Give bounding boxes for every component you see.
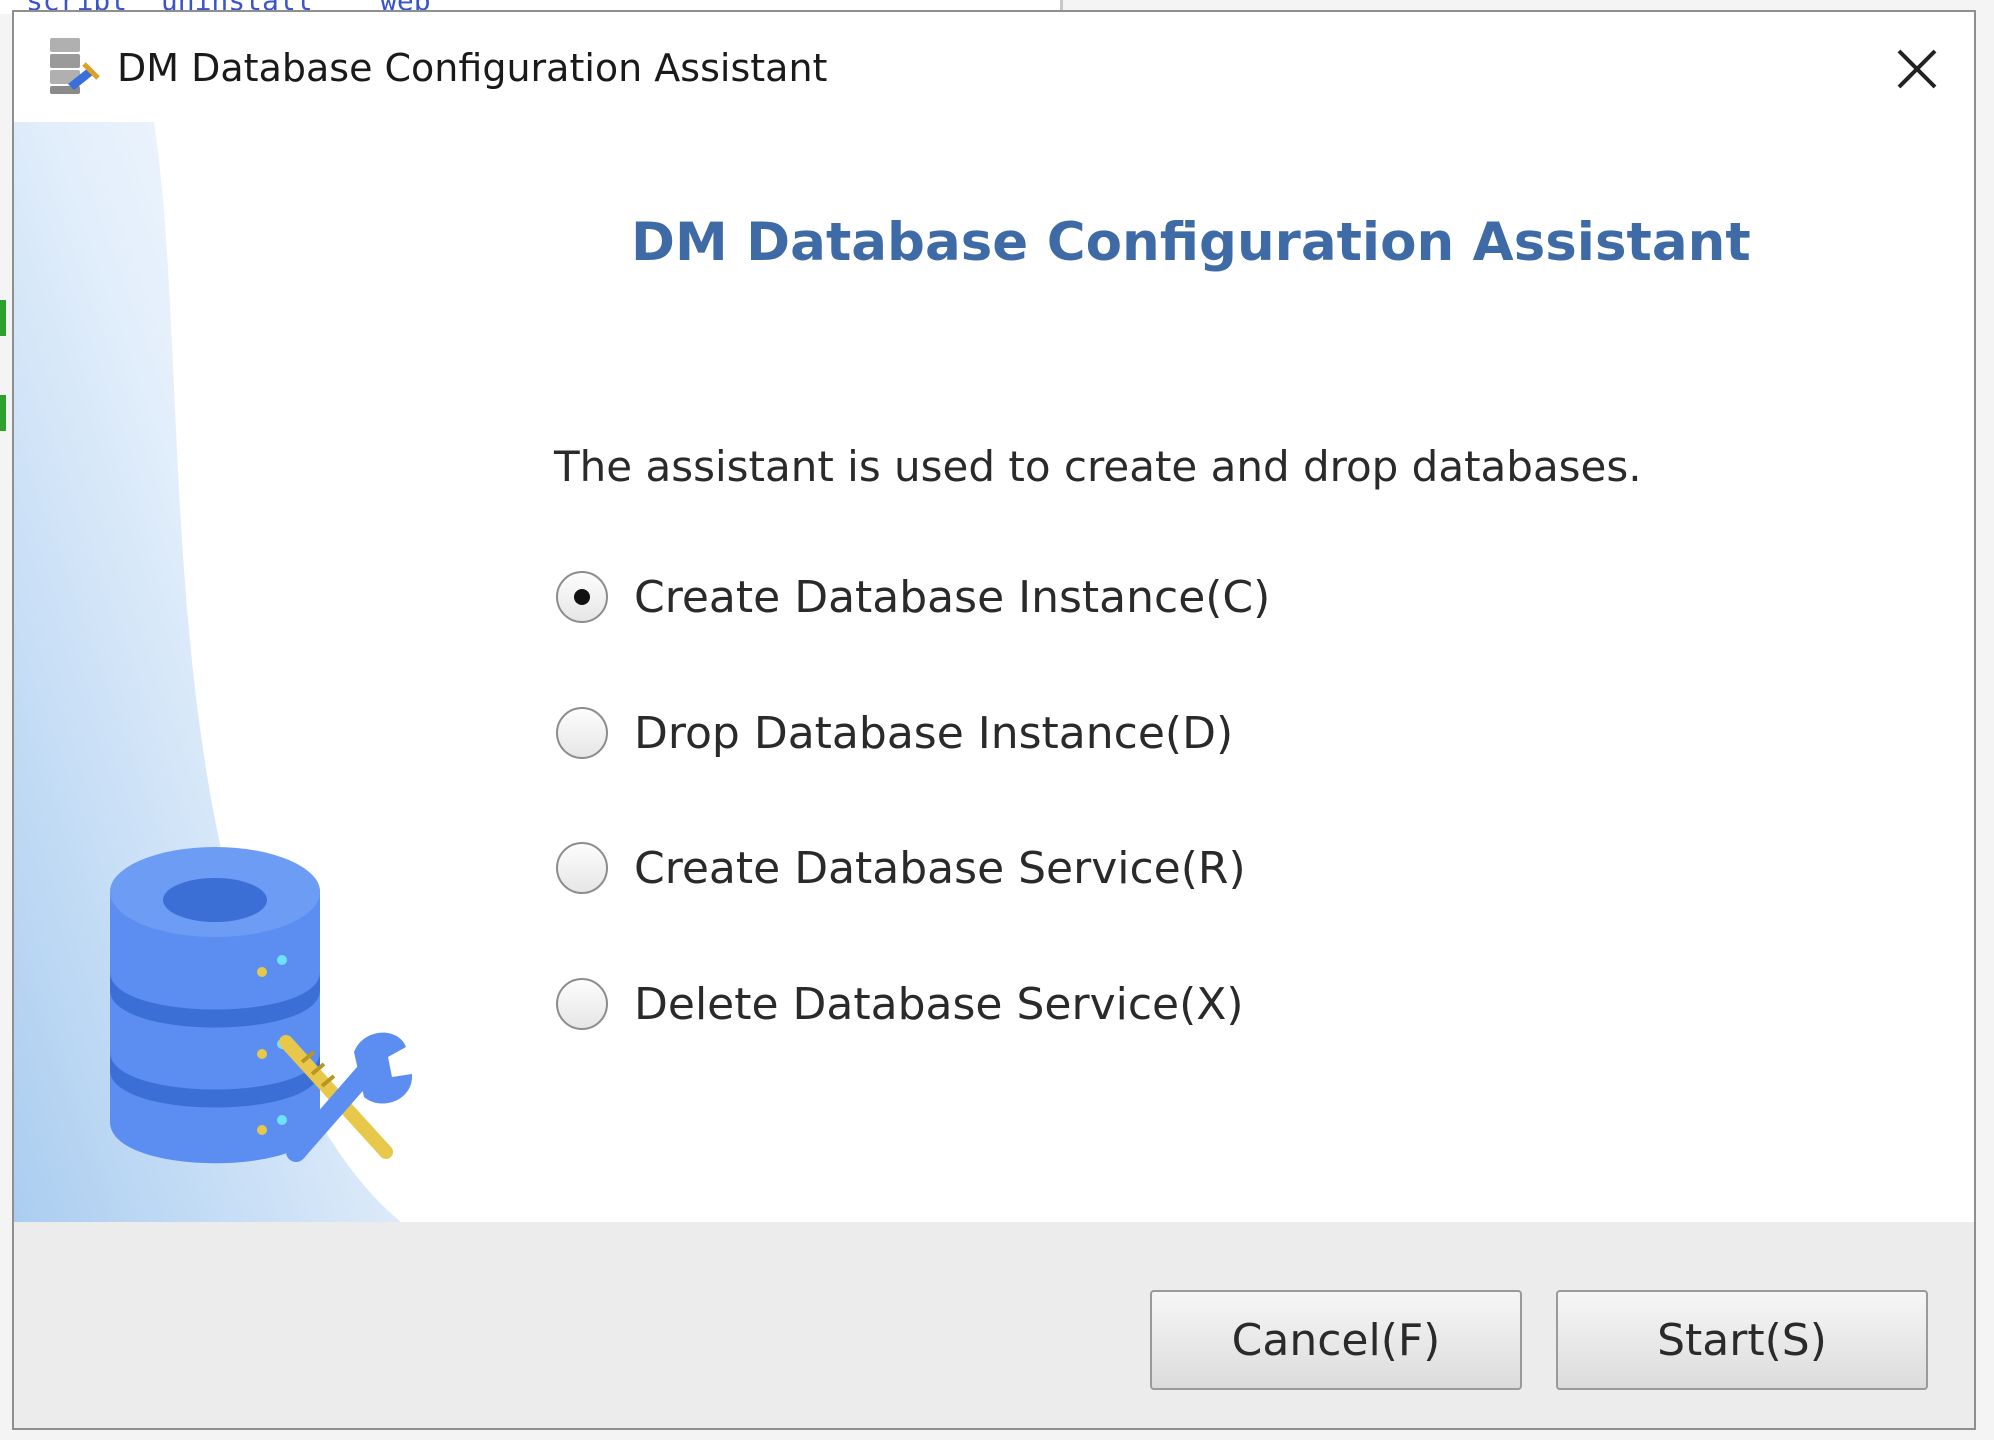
radio-button[interactable]	[556, 978, 608, 1030]
option-delete-database-service[interactable]: Delete Database Service(X)	[556, 972, 1244, 1036]
background-marker	[0, 395, 6, 431]
radio-dot	[574, 589, 590, 605]
radio-button[interactable]	[556, 842, 608, 894]
option-create-database-instance[interactable]: Create Database Instance(C)	[556, 565, 1270, 629]
start-button[interactable]: Start(S)	[1556, 1290, 1928, 1390]
option-label: Drop Database Instance(D)	[634, 707, 1234, 759]
dialog-heading: DM Database Configuration Assistant	[631, 212, 1751, 273]
option-drop-database-instance[interactable]: Drop Database Instance(D)	[556, 701, 1233, 765]
database-tools-illustration	[14, 122, 414, 1232]
option-label: Delete Database Service(X)	[634, 978, 1244, 1030]
background-marker	[0, 300, 6, 336]
cancel-button[interactable]: Cancel(F)	[1150, 1290, 1522, 1390]
option-label: Create Database Instance(C)	[634, 571, 1271, 623]
option-label: Create Database Service(R)	[634, 842, 1246, 894]
dialog-footer: Cancel(F) Start(S)	[14, 1222, 1974, 1428]
title-bar: DM Database Configuration Assistant	[14, 12, 1974, 122]
option-create-database-service[interactable]: Create Database Service(R)	[556, 836, 1246, 900]
config-assistant-dialog: DM Database Configuration Assistant DM D…	[12, 10, 1976, 1430]
window-title: DM Database Configuration Assistant	[117, 46, 828, 90]
radio-button-selected[interactable]	[556, 571, 608, 623]
dialog-description: The assistant is used to create and drop…	[554, 442, 1642, 491]
radio-button[interactable]	[556, 707, 608, 759]
close-icon[interactable]	[1886, 38, 1948, 100]
database-config-icon	[50, 38, 100, 94]
